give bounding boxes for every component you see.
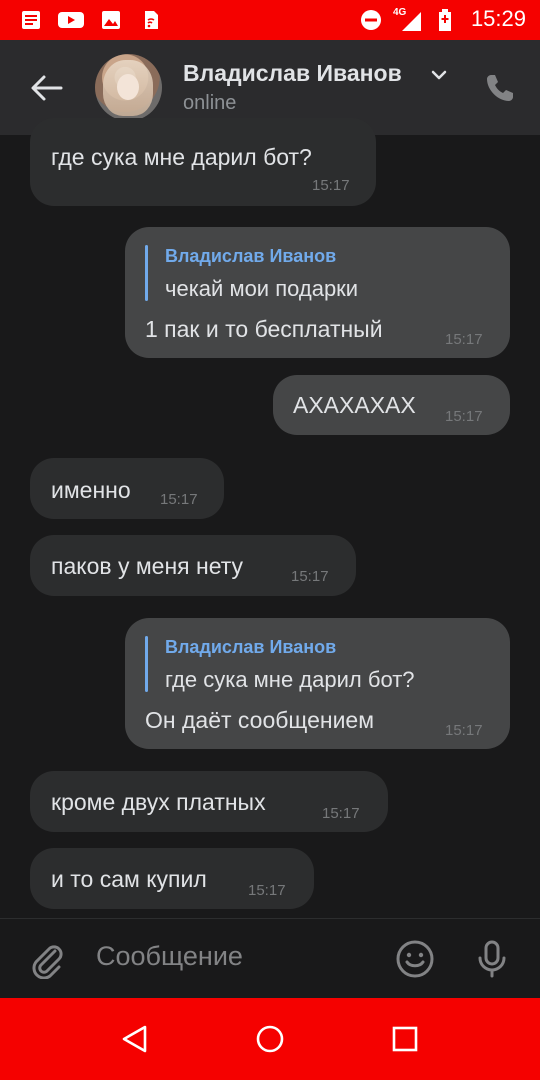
sim-icon xyxy=(145,11,158,29)
battery-icon xyxy=(439,9,451,31)
contact-name[interactable]: Владислав Иванов xyxy=(183,60,402,87)
emoji-icon[interactable] xyxy=(395,939,435,979)
gallery-icon xyxy=(102,11,120,29)
message-text: именно xyxy=(51,477,131,503)
reply-author: Владислав Иванов xyxy=(165,637,337,657)
contact-status: online xyxy=(183,92,237,114)
reply-text: чекай мои подарки xyxy=(165,276,359,301)
message-time: 15:17 xyxy=(445,331,483,348)
nav-back-icon[interactable] xyxy=(118,1022,152,1056)
nav-home-icon[interactable] xyxy=(253,1022,287,1056)
message-text: и то сам купил xyxy=(51,866,207,892)
message-text: АХАХАХАХ xyxy=(293,392,416,418)
message-time: 15:17 xyxy=(445,722,483,739)
message-time: 15:17 xyxy=(291,568,329,585)
back-arrow-icon[interactable] xyxy=(28,70,64,106)
incoming-message[interactable]: кроме двух платных 15:17 xyxy=(30,771,388,832)
message-time: 15:17 xyxy=(248,882,286,899)
reply-author: Владислав Иванов xyxy=(165,246,337,266)
message-text: где сука мне дарил бот? xyxy=(51,144,312,170)
message-composer: Сообщение xyxy=(0,918,540,998)
youtube-icon xyxy=(58,12,84,28)
message-time: 15:17 xyxy=(322,805,360,822)
reply-text: где сука мне дарил бот? xyxy=(165,667,415,692)
message-text: паков у меня нету xyxy=(51,553,244,579)
incoming-message[interactable]: где сука мне дарил бот? 15:17 xyxy=(30,118,376,206)
message-text: 1 пак и то бесплатный xyxy=(145,316,383,342)
status-bar: 4G 15:29 xyxy=(0,0,540,40)
notes-icon xyxy=(22,11,40,29)
outgoing-message[interactable]: АХАХАХАХ 15:17 xyxy=(273,375,510,435)
attach-icon[interactable] xyxy=(26,939,66,979)
signal-icon xyxy=(402,12,421,31)
message-time: 15:17 xyxy=(445,408,483,425)
message-time: 15:17 xyxy=(312,177,350,194)
reply-indicator xyxy=(145,245,148,301)
outgoing-message[interactable]: Владислав Иванов где сука мне дарил бот?… xyxy=(125,618,510,749)
system-nav-bar xyxy=(0,998,540,1080)
incoming-message[interactable]: именно 15:17 xyxy=(30,458,224,519)
incoming-message[interactable]: паков у меня нету 15:17 xyxy=(30,535,356,596)
chevron-down-icon[interactable] xyxy=(430,68,448,82)
message-text: Он даёт сообщением xyxy=(145,707,375,733)
outgoing-message[interactable]: Владислав Иванов чекай мои подарки 1 пак… xyxy=(125,227,510,358)
reply-indicator xyxy=(145,636,148,692)
clock: 15:29 xyxy=(470,6,526,31)
message-text: кроме двух платных xyxy=(51,789,266,815)
dnd-icon xyxy=(361,10,381,30)
message-input[interactable]: Сообщение xyxy=(96,941,243,972)
phone-icon[interactable] xyxy=(484,72,516,104)
nav-recents-icon[interactable] xyxy=(388,1022,422,1056)
microphone-icon[interactable] xyxy=(472,939,512,979)
message-time: 15:17 xyxy=(160,491,198,508)
avatar[interactable] xyxy=(95,54,162,121)
incoming-message[interactable]: и то сам купил 15:17 xyxy=(30,848,314,909)
